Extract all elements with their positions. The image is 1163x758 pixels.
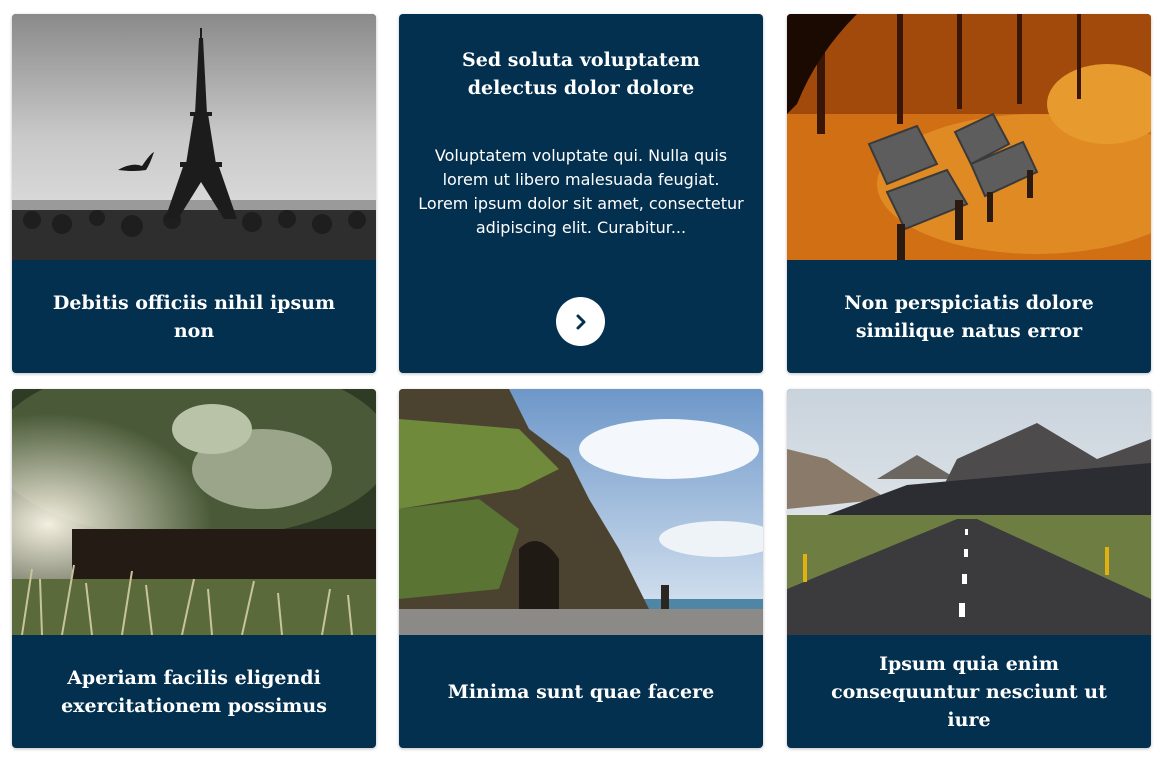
mountain-road-photo bbox=[787, 389, 1151, 635]
eiffel-tower-photo bbox=[12, 14, 376, 260]
card-title: Aperiam facilis eligendi exercitationem … bbox=[61, 666, 327, 717]
card-title: Sed soluta voluptatem delectus dolor dol… bbox=[462, 49, 700, 99]
card-caption: Ipsum quia enim consequuntur nesciunt ut… bbox=[787, 635, 1151, 748]
blurred-grass-photo bbox=[12, 389, 376, 635]
card-caption: Aperiam facilis eligendi exercitationem … bbox=[12, 635, 376, 748]
card-description: Voluptatem voluptate qui. Nulla quis lor… bbox=[418, 146, 744, 237]
coastal-cliff-photo bbox=[399, 389, 763, 635]
card-3[interactable]: Non perspiciatis dolore similique natus … bbox=[787, 14, 1151, 373]
card-4[interactable]: Aperiam facilis eligendi exercitationem … bbox=[12, 389, 376, 748]
autumn-benches-photo bbox=[787, 14, 1151, 260]
chevron-right-icon bbox=[576, 314, 585, 329]
card-5[interactable]: Minima sunt quae facere bbox=[399, 389, 763, 748]
card-title: Minima sunt quae facere bbox=[447, 680, 715, 703]
card-grid: Debitis officiis nihil ipsum non Sed sol… bbox=[0, 0, 1163, 758]
card-2-expanded[interactable]: Sed soluta voluptatem delectus dolor dol… bbox=[399, 14, 763, 373]
card-caption: Debitis officiis nihil ipsum non bbox=[12, 260, 376, 373]
read-more-button[interactable] bbox=[556, 297, 605, 346]
card-title: Non perspiciatis dolore similique natus … bbox=[844, 291, 1094, 342]
card-1[interactable]: Debitis officiis nihil ipsum non bbox=[12, 14, 376, 373]
card-caption: Non perspiciatis dolore similique natus … bbox=[787, 260, 1151, 373]
card-6[interactable]: Ipsum quia enim consequuntur nesciunt ut… bbox=[787, 389, 1151, 748]
card-title: Ipsum quia enim consequuntur nesciunt ut… bbox=[831, 652, 1107, 731]
card-caption: Minima sunt quae facere bbox=[399, 635, 763, 748]
card-title: Debitis officiis nihil ipsum non bbox=[52, 291, 336, 342]
